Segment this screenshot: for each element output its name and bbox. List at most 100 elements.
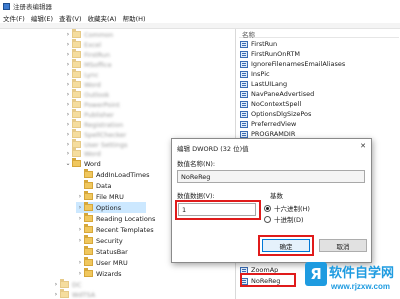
registry-value-icon (240, 130, 248, 138)
folder-icon (84, 246, 93, 255)
tree-item[interactable]: Data (76, 180, 112, 191)
expand-arrow-icon[interactable]: › (76, 193, 84, 200)
tree-item[interactable]: › File MRU (76, 191, 124, 202)
expand-arrow-icon[interactable]: › (64, 41, 72, 48)
tree-item[interactable]: › Reading Locations (76, 213, 155, 224)
highlight-box-value-data (175, 200, 261, 220)
collapse-arrow-icon[interactable]: ⌄ (64, 160, 72, 167)
expand-arrow-icon[interactable]: › (64, 141, 72, 148)
registry-value-icon (240, 80, 248, 88)
value-row[interactable]: IgnoreFilenamesEmailAliases (240, 59, 345, 69)
folder-icon (72, 89, 81, 98)
expand-arrow-icon[interactable]: › (52, 281, 60, 288)
menu-edit[interactable]: 编辑(E) (31, 13, 53, 23)
value-data-label: 数值数据(V): (177, 192, 215, 200)
column-header-name[interactable]: 名称 (239, 29, 399, 39)
folder-icon (84, 202, 93, 211)
tree-item[interactable]: AddInLoadTimes (76, 169, 150, 180)
expand-arrow-icon[interactable]: › (76, 226, 84, 233)
dialog-title: 编辑 DWORD (32 位)值 (177, 145, 249, 153)
value-row[interactable]: FirstRunOnRTM (240, 49, 300, 59)
value-name-field[interactable]: NoReReg (177, 170, 365, 183)
highlight-box-ok (258, 235, 314, 256)
radio-unselected-icon[interactable] (264, 215, 271, 223)
folder-icon (72, 79, 81, 88)
folder-icon (72, 119, 81, 128)
menu-help[interactable]: 帮助(H) (123, 13, 146, 23)
title-bar: 注册表编辑器 (0, 0, 400, 12)
folder-icon (72, 148, 81, 157)
expand-arrow-icon[interactable]: › (76, 237, 84, 244)
expand-arrow-icon[interactable]: › (64, 101, 72, 108)
tree-item[interactable]: › Security (76, 235, 123, 246)
expand-arrow-icon[interactable]: › (64, 51, 72, 58)
folder-icon (72, 69, 81, 78)
folder-icon (84, 213, 93, 222)
value-row[interactable]: NoContextSpell (240, 99, 301, 109)
menu-bar: 文件(F) 编辑(E) 查看(V) 收藏夹(A) 帮助(H) (0, 12, 400, 23)
expand-arrow-icon[interactable]: › (64, 131, 72, 138)
highlight-box-noreReg (240, 273, 296, 287)
folder-icon (84, 169, 93, 178)
expand-arrow-icon[interactable]: › (64, 91, 72, 98)
folder-icon (72, 139, 81, 148)
regedit-icon (3, 2, 10, 10)
watermark-text: 软件自学网 (329, 266, 395, 281)
expand-arrow-icon[interactable]: › (64, 61, 72, 68)
expand-arrow-icon[interactable]: › (64, 31, 72, 38)
folder-icon (84, 224, 93, 233)
folder-icon (84, 180, 93, 189)
value-row[interactable]: NavPaneAdvertised (240, 89, 314, 99)
edit-dword-dialog: 编辑 DWORD (32 位)值 ✕ 数值名称(N): NoReReg 数值数据… (171, 138, 372, 263)
value-name-label: 数值名称(N): (177, 160, 216, 168)
folder-icon (72, 59, 81, 68)
registry-value-icon (240, 100, 248, 108)
tree-item[interactable]: › Recent Templates (76, 224, 154, 235)
window-title: 注册表编辑器 (13, 3, 52, 11)
registry-value-icon (240, 70, 248, 78)
registry-value-icon (240, 90, 248, 98)
folder-icon (72, 99, 81, 108)
tree-item[interactable]: › User MRU (76, 257, 128, 268)
registry-value-icon (240, 40, 248, 48)
expand-arrow-icon[interactable]: › (64, 111, 72, 118)
registry-value-icon (240, 50, 248, 58)
expand-arrow-icon[interactable]: › (76, 215, 84, 222)
folder-icon (72, 39, 81, 48)
folder-icon (84, 235, 93, 244)
expand-arrow-icon[interactable]: › (76, 204, 84, 211)
menu-file[interactable]: 文件(F) (3, 13, 25, 23)
expand-arrow-icon[interactable]: › (76, 259, 84, 266)
value-row[interactable]: InsPic (240, 69, 270, 79)
tree-item-options[interactable]: › Options (76, 202, 146, 213)
value-row[interactable]: OptionsDlgSizePos (240, 109, 311, 119)
expand-arrow-icon[interactable]: › (64, 81, 72, 88)
folder-icon (72, 109, 81, 118)
expand-arrow-icon[interactable]: › (64, 150, 72, 157)
expand-arrow-icon[interactable]: › (64, 71, 72, 78)
watermark-logo-icon: Я (305, 262, 327, 286)
tree-item[interactable]: › WdTSA (52, 289, 95, 299)
radio-selected-icon[interactable] (264, 204, 271, 212)
site-watermark: Я 软件自学网 www.rjzxw.com (305, 262, 399, 298)
folder-icon (84, 191, 93, 200)
expand-arrow-icon[interactable]: › (64, 121, 72, 128)
radio-dec[interactable]: 十进制(D) (264, 214, 304, 224)
tree-item[interactable]: StatusBar (76, 246, 128, 257)
value-row[interactable]: PreferredView (240, 119, 296, 129)
close-icon[interactable]: ✕ (360, 142, 366, 150)
tree-item[interactable]: › Wizards (76, 268, 122, 279)
menu-view[interactable]: 查看(V) (59, 13, 82, 23)
tree-item-word[interactable]: ⌄ Word (64, 158, 101, 169)
folder-icon (72, 29, 81, 38)
expand-arrow-icon[interactable]: › (76, 270, 84, 277)
watermark-url: www.rjzxw.com (331, 282, 390, 291)
cancel-button[interactable]: 取消 (319, 239, 367, 252)
value-row[interactable]: LastUILang (240, 79, 287, 89)
registry-value-icon (240, 120, 248, 128)
radio-hex[interactable]: 十六进制(H) (264, 203, 310, 213)
menu-favorites[interactable]: 收藏夹(A) (88, 13, 117, 23)
value-row[interactable]: FirstRun (240, 39, 277, 49)
folder-icon (72, 158, 81, 167)
expand-arrow-icon[interactable]: › (52, 291, 60, 298)
